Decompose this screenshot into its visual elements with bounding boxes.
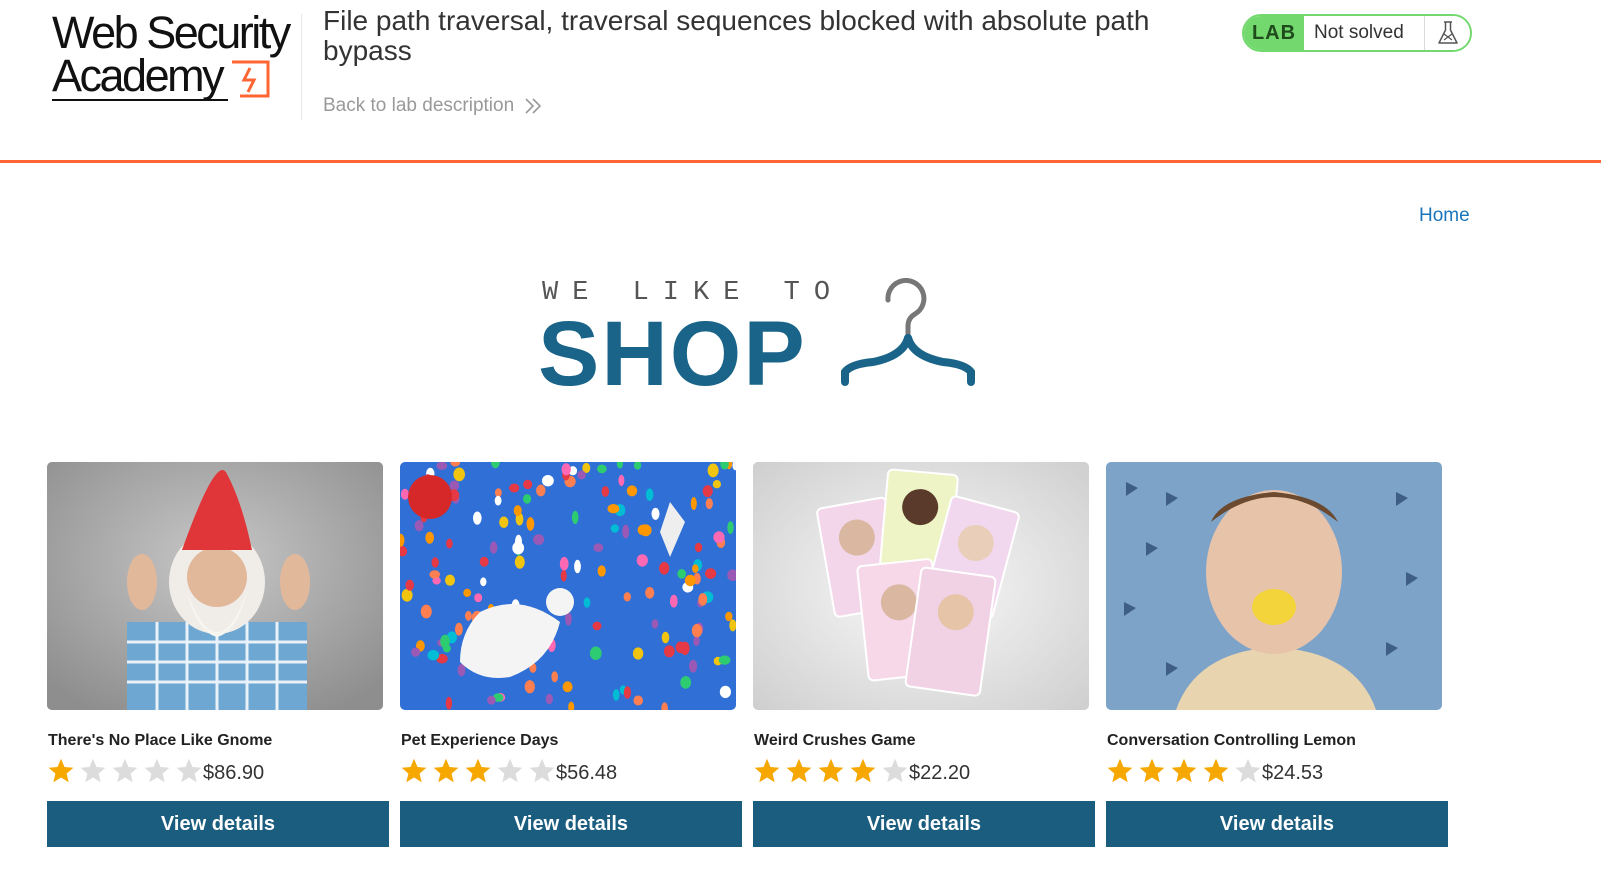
product-card: Pet Experience Days $56.48 View details [400, 462, 742, 862]
product-card: Weird Crushes Game $22.20 View details [753, 462, 1095, 862]
star-icon [80, 758, 106, 783]
star-icon [882, 758, 908, 783]
star-icon [1235, 758, 1261, 783]
star-icon [465, 758, 491, 783]
balloons-dog-image [400, 462, 736, 710]
double-chevron-right-icon [525, 98, 542, 114]
star-icon [112, 758, 138, 783]
hero-word: SHOP [538, 303, 807, 405]
lab-status-badge: LAB Not solved [1242, 14, 1472, 52]
product-price: $86.90 [203, 762, 265, 784]
star-icon [529, 758, 555, 783]
star-icon [48, 758, 74, 783]
star-icon [1107, 758, 1133, 783]
star-icon [754, 758, 780, 783]
product-card: There's No Place Like Gnome $86.90 View … [47, 462, 389, 862]
star-icon [433, 758, 459, 783]
logo-line-2: Academy [52, 50, 225, 101]
star-icon [497, 758, 523, 783]
star-icon [176, 758, 202, 783]
product-rating [753, 757, 909, 785]
star-icon [1139, 758, 1165, 783]
lemon-face-image [1106, 462, 1442, 710]
star-icon [1203, 758, 1229, 783]
back-to-lab-description-link[interactable]: Back to lab description [323, 95, 542, 117]
view-details-button[interactable]: View details [47, 801, 389, 847]
academy-logo-icon: Web Security Academy [52, 7, 294, 101]
star-icon [850, 758, 876, 783]
product-card: Conversation Controlling Lemon $24.53 Vi… [1106, 462, 1448, 862]
flask-icon [1437, 21, 1458, 44]
star-icon [144, 758, 170, 783]
product-grid: There's No Place Like Gnome $86.90 View … [47, 462, 1473, 862]
product-price: $22.20 [909, 762, 971, 784]
product-rating [47, 757, 203, 785]
gnome-image [47, 462, 383, 710]
product-name: Pet Experience Days [401, 732, 559, 749]
product-price: $24.53 [1262, 762, 1324, 784]
product-name: There's No Place Like Gnome [48, 732, 273, 749]
view-details-button[interactable]: View details [400, 801, 742, 847]
lab-status-text: Not solved [1304, 16, 1424, 50]
product-rating [1106, 757, 1262, 785]
view-details-button[interactable]: View details [753, 801, 1095, 847]
web-security-academy-logo[interactable]: Web Security Academy [50, 7, 300, 103]
shop-hero-banner: WE LIKE TO SHOP [538, 278, 988, 404]
star-icon [401, 758, 427, 783]
lab-label: LAB [1244, 16, 1304, 50]
star-icon [1171, 758, 1197, 783]
star-icon [818, 758, 844, 783]
hanger-icon [841, 278, 975, 386]
product-image[interactable] [47, 462, 383, 710]
product-image[interactable] [753, 462, 1089, 710]
product-rating [400, 757, 556, 785]
nav-home-link[interactable]: Home [1419, 205, 1470, 227]
flask-icon-wrap [1424, 16, 1470, 50]
product-name: Conversation Controlling Lemon [1107, 732, 1356, 749]
page-header: Web Security Academy File path traversal… [0, 0, 1601, 163]
product-name: Weird Crushes Game [754, 732, 916, 749]
lab-title: File path traversal, traversal sequences… [323, 5, 1150, 66]
product-image[interactable] [400, 462, 736, 710]
back-link-label: Back to lab description [323, 95, 515, 116]
product-price: $56.48 [556, 762, 618, 784]
product-image[interactable] [1106, 462, 1442, 710]
view-details-button[interactable]: View details [1106, 801, 1448, 847]
trading-cards-image [753, 462, 1089, 710]
star-icon [786, 758, 812, 783]
header-divider [301, 14, 302, 120]
